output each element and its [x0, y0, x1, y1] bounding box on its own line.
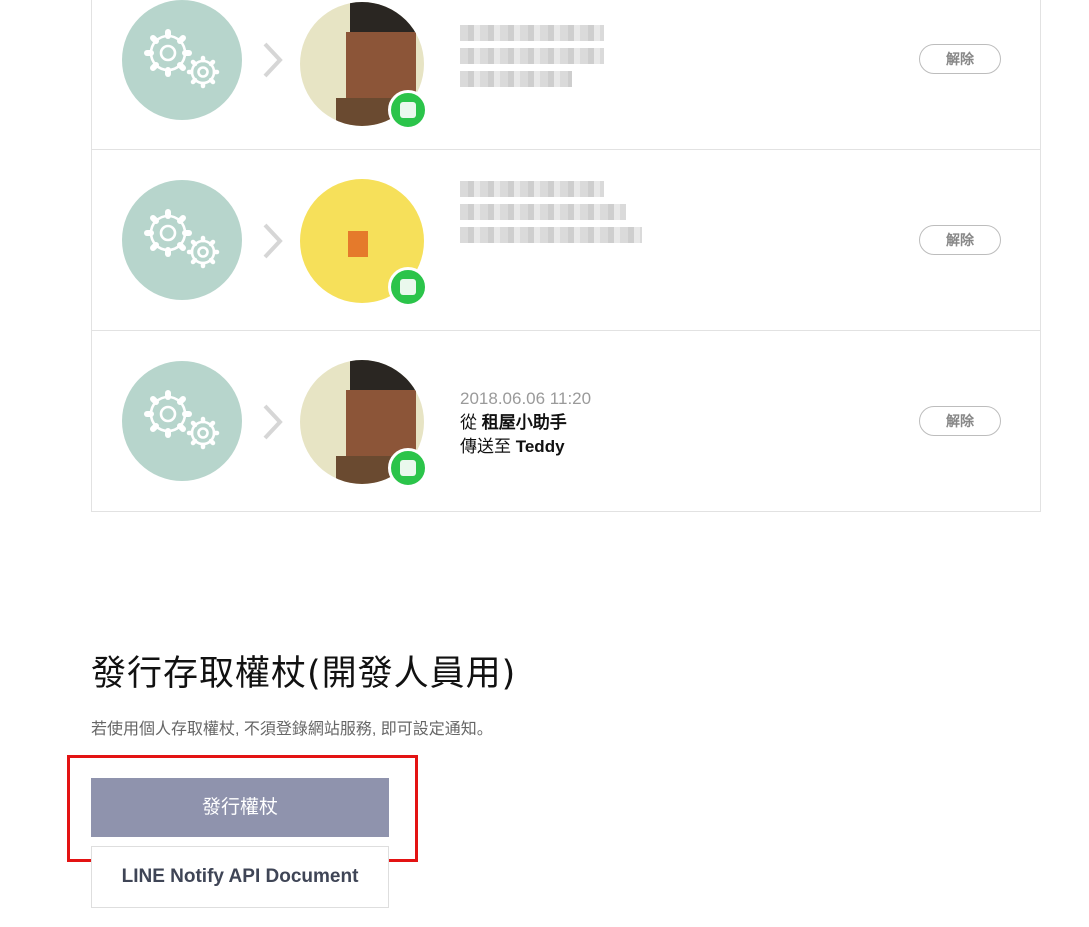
section-title: 發行存取權杖(開發人員用)	[91, 654, 517, 694]
service-icon-circle	[122, 361, 242, 481]
avatar	[300, 2, 428, 130]
blurred-details	[460, 181, 642, 250]
connection-details: 2018.06.06 11:20 從 租屋小助手 傳送至 Teddy	[460, 387, 591, 459]
to-name: Teddy	[515, 437, 565, 456]
gears-icon	[144, 209, 220, 269]
from-prefix: 從	[460, 413, 477, 432]
service-icon-circle	[122, 180, 242, 300]
connection-from: 從 租屋小助手	[460, 411, 591, 435]
gears-icon	[144, 390, 220, 450]
issue-token-button[interactable]: 發行權杖	[91, 778, 389, 837]
release-button[interactable]: 解除	[919, 44, 1001, 74]
line-badge-icon	[388, 90, 428, 130]
release-button[interactable]: 解除	[919, 225, 1001, 255]
connection-row: 2018.06.06 11:20 從 租屋小助手 傳送至 Teddy 解除	[92, 330, 1040, 511]
blurred-details	[460, 25, 604, 94]
connected-services-list: 解除 解除 2018.06.06 11:20 從 租屋小助手 傳送至 Teddy…	[91, 0, 1041, 512]
connection-to: 傳送至 Teddy	[460, 435, 591, 459]
line-badge-icon	[388, 267, 428, 307]
connection-row: 解除	[92, 149, 1040, 330]
api-document-button[interactable]: LINE Notify API Document	[91, 846, 389, 908]
gears-icon	[144, 29, 220, 89]
line-badge-icon	[388, 448, 428, 488]
chevron-right-icon	[263, 223, 283, 259]
from-name: 租屋小助手	[481, 413, 567, 432]
to-prefix: 傳送至	[460, 437, 511, 456]
connection-row: 解除	[92, 0, 1040, 149]
service-icon-circle	[122, 0, 242, 120]
chevron-right-icon	[263, 404, 283, 440]
avatar	[300, 179, 428, 307]
connection-date: 2018.06.06 11:20	[460, 389, 592, 408]
section-description: 若使用個人存取權杖, 不須登錄網站服務, 即可設定通知。	[91, 721, 493, 738]
avatar	[300, 360, 428, 488]
chevron-right-icon	[263, 42, 283, 78]
release-button[interactable]: 解除	[919, 406, 1001, 436]
